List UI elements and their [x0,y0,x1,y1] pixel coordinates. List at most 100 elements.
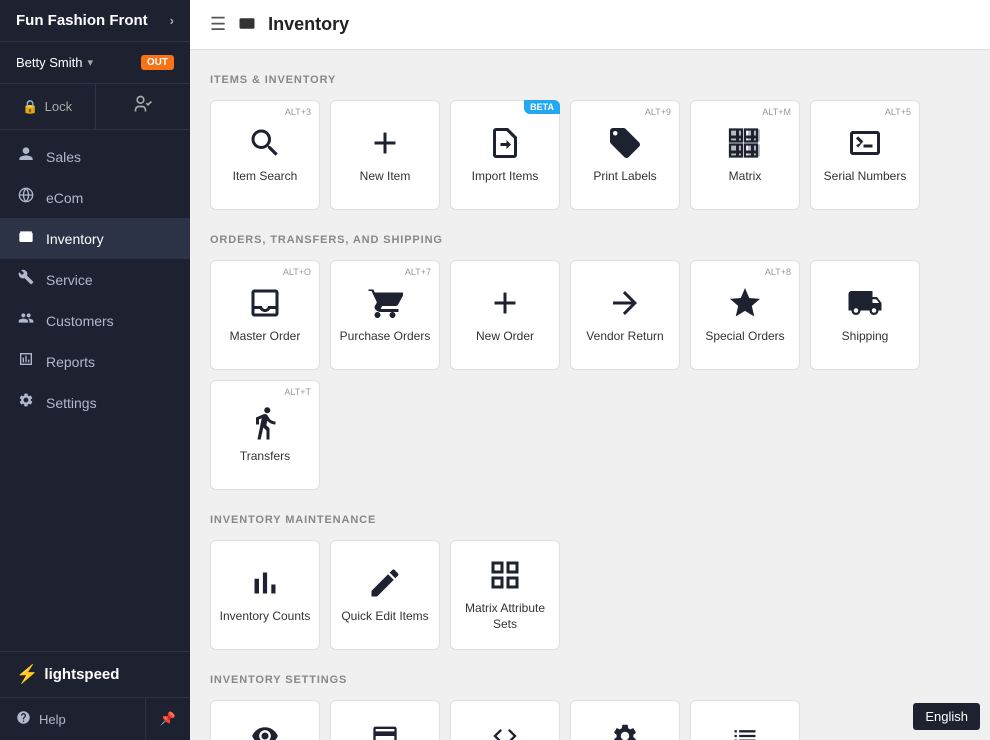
brand-arrow: › [170,13,174,28]
tile-serial-numbers[interactable]: ALT+5 Serial Numbers [810,100,920,210]
logo-text: lightspeed [44,666,119,683]
pin-button[interactable]: 📌 [146,698,190,740]
tile-item-search[interactable]: ALT+3 Item Search [210,100,320,210]
tile-settings-4[interactable] [570,700,680,740]
tile-label-inventory-counts: Inventory Counts [214,609,317,625]
section-inventory-maintenance: INVENTORY MAINTENANCE Inventory Counts Q… [210,514,970,650]
help-button[interactable]: Help [0,698,146,740]
tile-new-order[interactable]: New Order [450,260,560,370]
sidebar: Fun Fashion Front › Betty Smith ▾ OUT 🔒 … [0,0,190,740]
section-label-items: ITEMS & INVENTORY [210,74,970,86]
nav-item-customers[interactable]: Customers [0,300,190,341]
switch-user-button[interactable] [96,84,191,129]
shortcut-matrix: ALT+M [762,107,791,117]
tile-settings-2[interactable] [330,700,440,740]
sidebar-quick-actions: 🔒 Lock [0,84,190,130]
hamburger-menu-icon[interactable]: ☰ [210,14,226,35]
tiles-items-inventory: ALT+3 Item Search New Item BETA [210,100,970,210]
tile-shipping[interactable]: Shipping [810,260,920,370]
grid-icon [487,557,523,593]
inventory-icon [16,228,36,249]
section-orders-transfers: ORDERS, TRANSFERS, AND SHIPPING ALT+O Ma… [210,234,970,490]
section-items-inventory: ITEMS & INVENTORY ALT+3 Item Search New … [210,74,970,210]
plus-icon-new-item [367,125,403,161]
nav-label-settings: Settings [46,395,97,411]
tile-vendor-return[interactable]: Vendor Return [570,260,680,370]
tile-transfers[interactable]: ALT+T Transfers [210,380,320,490]
nav-item-sales[interactable]: Sales [0,136,190,177]
settings-tile-icon-5 [731,722,759,740]
nav-label-ecom: eCom [46,190,83,206]
terminal-icon [847,125,883,161]
tag-icon [607,125,643,161]
settings-tile-icon-1 [251,722,279,740]
sales-icon [16,146,36,167]
sidebar-brand[interactable]: Fun Fashion Front › [0,0,190,42]
tiles-settings [210,700,970,740]
nav-label-sales: Sales [46,149,81,165]
page-title: Inventory [268,14,349,35]
road-icon [247,405,283,441]
tile-label-master-order: Master Order [224,329,307,345]
tile-inventory-counts[interactable]: Inventory Counts [210,540,320,650]
help-label: Help [39,712,66,727]
tile-label-new-order: New Order [470,329,540,345]
tile-print-labels[interactable]: ALT+9 Print Labels [570,100,680,210]
tile-master-order[interactable]: ALT+O Master Order [210,260,320,370]
section-inventory-settings: INVENTORY SETTINGS [210,674,970,740]
beta-badge: BETA [524,100,560,114]
import-icon [487,125,523,161]
tile-label-matrix-attribute-sets: Matrix Attribute Sets [451,601,559,632]
section-label-orders: ORDERS, TRANSFERS, AND SHIPPING [210,234,970,246]
shortcut-special-orders: ALT+8 [765,267,791,277]
star-icon [727,285,763,321]
section-label-maintenance: INVENTORY MAINTENANCE [210,514,970,526]
settings-tile-icon-2 [371,722,399,740]
reports-icon [16,351,36,372]
lock-button[interactable]: 🔒 Lock [0,84,96,129]
inventory-content: ITEMS & INVENTORY ALT+3 Item Search New … [190,50,990,740]
switch-user-icon [133,94,153,119]
tile-label-transfers: Transfers [234,449,296,465]
main-nav: Sales eCom Inventory Service Customers [0,130,190,651]
settings-tile-icon-4 [611,722,639,740]
lock-icon: 🔒 [22,99,38,115]
tile-settings-1[interactable] [210,700,320,740]
settings-tile-icon-3 [491,722,519,740]
pencil-icon [367,565,403,601]
help-icon [16,710,31,728]
main-content: ☰ Inventory ITEMS & INVENTORY ALT+3 Item… [190,0,990,740]
shortcut-print-labels: ALT+9 [645,107,671,117]
tile-special-orders[interactable]: ALT+8 Special Orders [690,260,800,370]
nav-label-customers: Customers [46,313,114,329]
nav-item-ecom[interactable]: eCom [0,177,190,218]
search-icon [247,125,283,161]
nav-item-inventory[interactable]: Inventory [0,218,190,259]
tile-label-vendor-return: Vendor Return [580,329,669,345]
shortcut-item-search: ALT+3 [285,107,311,117]
inventory-page-icon [238,13,256,36]
tile-settings-3[interactable] [450,700,560,740]
user-status-badge: OUT [141,55,174,70]
language-button[interactable]: English [913,703,980,730]
ecom-icon [16,187,36,208]
tile-label-matrix: Matrix [723,169,768,185]
tile-import-items[interactable]: BETA Import Items [450,100,560,210]
user-name-group: Betty Smith ▾ [16,55,93,70]
nav-item-service[interactable]: Service [0,259,190,300]
sidebar-user[interactable]: Betty Smith ▾ OUT [0,42,190,84]
tiles-orders: ALT+O Master Order ALT+7 Purchase Orders [210,260,970,490]
truck-icon [847,285,883,321]
shortcut-purchase-orders: ALT+7 [405,267,431,277]
tile-label-item-search: Item Search [227,169,304,185]
tile-settings-5[interactable] [690,700,800,740]
nav-item-reports[interactable]: Reports [0,341,190,382]
nav-label-inventory: Inventory [46,231,104,247]
nav-item-settings[interactable]: Settings [0,382,190,423]
tile-new-item[interactable]: New Item [330,100,440,210]
tile-quick-edit-items[interactable]: Quick Edit Items [330,540,440,650]
plus-icon-new-order [487,285,523,321]
tile-matrix[interactable]: ALT+M Matrix [690,100,800,210]
tile-matrix-attribute-sets[interactable]: Matrix Attribute Sets [450,540,560,650]
tile-purchase-orders[interactable]: ALT+7 Purchase Orders [330,260,440,370]
